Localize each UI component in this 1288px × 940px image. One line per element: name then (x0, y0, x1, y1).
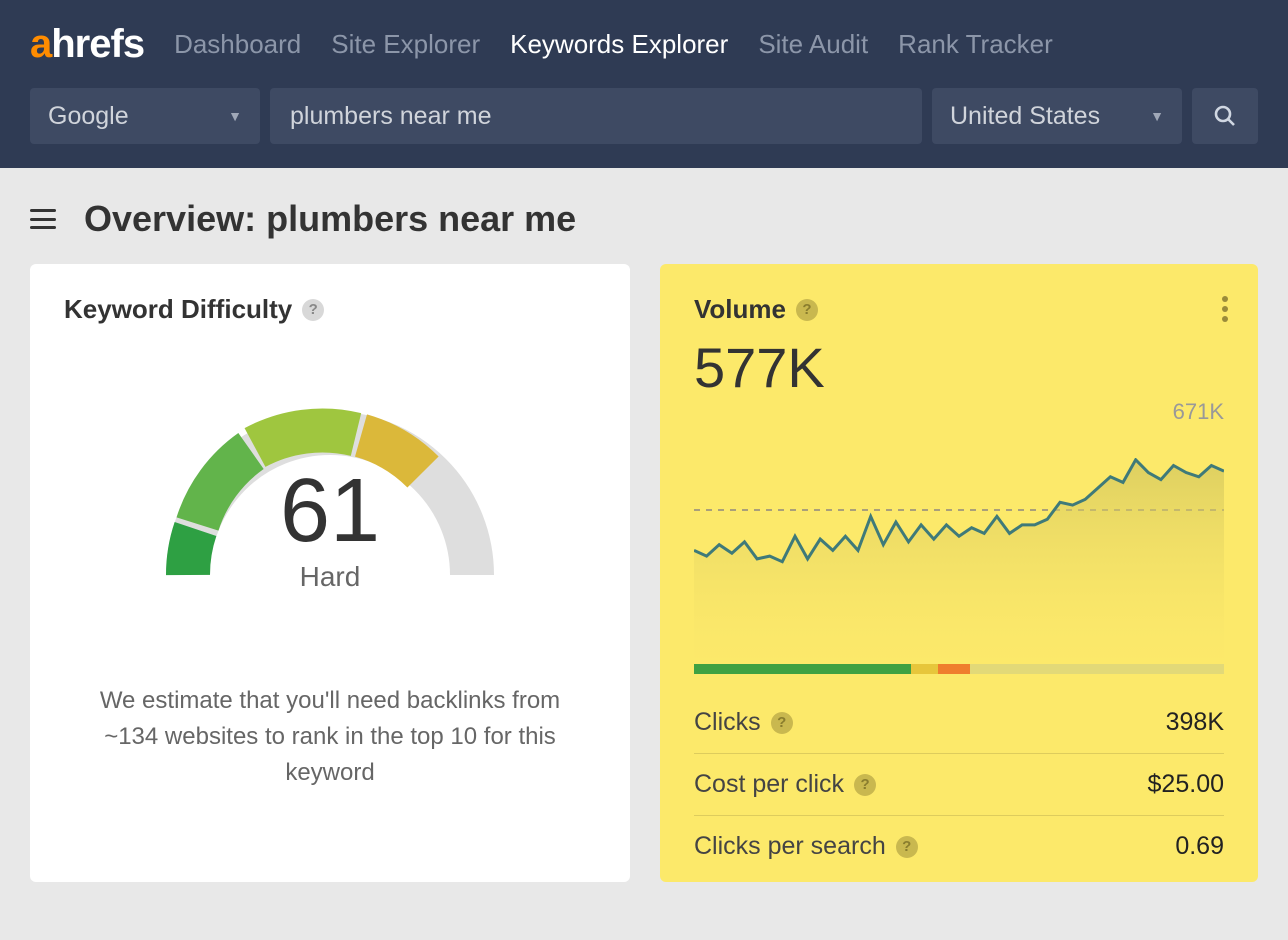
country-label: United States (950, 102, 1100, 131)
metric-cps: Clicks per search ? 0.69 (694, 816, 1224, 877)
nav-rank-tracker[interactable]: Rank Tracker (898, 29, 1053, 60)
top-navigation: ahrefs Dashboard Site Explorer Keywords … (0, 0, 1288, 168)
kd-score: 61 (280, 460, 380, 563)
search-icon (1213, 104, 1237, 128)
search-button[interactable] (1192, 88, 1258, 144)
chevron-down-icon: ▼ (1150, 108, 1164, 124)
help-icon[interactable]: ? (771, 712, 793, 734)
country-dropdown[interactable]: United States ▼ (932, 88, 1182, 144)
nav-dashboard[interactable]: Dashboard (174, 29, 301, 60)
nav-site-explorer[interactable]: Site Explorer (331, 29, 480, 60)
keyword-input[interactable] (270, 88, 922, 144)
help-icon[interactable]: ? (896, 836, 918, 858)
search-engine-dropdown[interactable]: Google ▼ (30, 88, 260, 144)
metric-clicks: Clicks ? 398K (694, 692, 1224, 754)
help-icon[interactable]: ? (854, 774, 876, 796)
help-icon[interactable]: ? (796, 299, 818, 321)
search-engine-label: Google (48, 102, 129, 131)
help-icon[interactable]: ? (302, 299, 324, 321)
volume-sparkline (694, 458, 1224, 658)
keyword-difficulty-card: Keyword Difficulty ? 61 Hard We estimate… (30, 264, 630, 882)
metric-cpc: Cost per click ? $25.00 (694, 754, 1224, 816)
menu-icon[interactable] (30, 209, 56, 229)
page-title: Overview: plumbers near me (84, 198, 576, 240)
volume-distribution-bar (694, 664, 1224, 674)
card-menu-icon[interactable] (1222, 296, 1228, 322)
kd-description: We estimate that you'll need backlinks f… (64, 683, 596, 791)
volume-value: 577K (694, 335, 1224, 400)
logo[interactable]: ahrefs (30, 22, 144, 67)
kd-difficulty-label: Hard (300, 561, 361, 593)
nav-keywords-explorer[interactable]: Keywords Explorer (510, 29, 728, 60)
nav-site-audit[interactable]: Site Audit (758, 29, 868, 60)
volume-card: Volume ? 577K 671K Clicks (660, 264, 1258, 882)
volume-title: Volume ? (694, 294, 1224, 325)
volume-max-label: 671K (1173, 399, 1224, 425)
kd-title: Keyword Difficulty ? (64, 294, 596, 325)
chevron-down-icon: ▼ (228, 108, 242, 124)
